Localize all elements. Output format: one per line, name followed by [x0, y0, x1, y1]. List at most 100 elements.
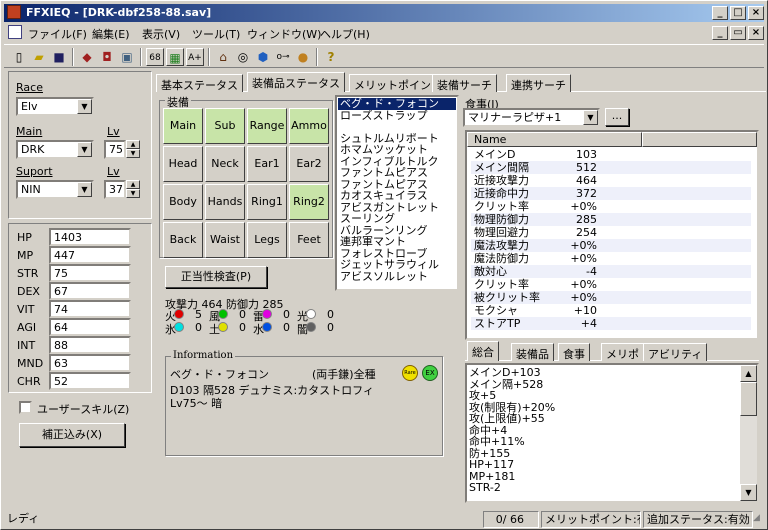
- chevron-down-icon[interactable]: ▼: [77, 142, 92, 157]
- resize-grip-icon[interactable]: ◢: [753, 513, 765, 527]
- food-select[interactable]: マリナーラピザ+1 ▼: [463, 108, 600, 127]
- equip-slot-ammo[interactable]: Ammo: [289, 108, 329, 144]
- maximize-button[interactable]: □: [730, 6, 746, 20]
- food-browse-button[interactable]: ...: [605, 108, 629, 126]
- equip-slot-hands[interactable]: Hands: [205, 184, 245, 220]
- main-lv-stepper[interactable]: ▲ ▼: [126, 140, 140, 159]
- stat-row[interactable]: ストアTP +4: [471, 317, 751, 330]
- stat-row[interactable]: 敵対心 -4: [471, 265, 751, 278]
- apply-correction-button[interactable]: 補正込み(X): [19, 423, 125, 447]
- equipped-item[interactable]: 連邦軍マント: [338, 236, 456, 248]
- window-icon[interactable]: ▣: [118, 48, 136, 66]
- minimize-button[interactable]: _: [712, 6, 728, 20]
- mdi-minimize-button[interactable]: _: [712, 26, 728, 40]
- chevron-down-icon[interactable]: ▼: [77, 182, 92, 197]
- equipped-item[interactable]: ファントムピアス: [338, 179, 456, 191]
- equipped-item[interactable]: ファントムピアス: [338, 167, 456, 179]
- cards-icon[interactable]: ◆: [78, 48, 96, 66]
- stat-row[interactable]: 魔法攻撃力 +0%: [471, 239, 751, 252]
- main-lv-input[interactable]: 75: [104, 140, 126, 159]
- summary-list[interactable]: メインD+103 メイン隔+528 攻+5 攻(制限有)+20% 攻(上限値)+55 命中…: [465, 363, 759, 503]
- menu-help[interactable]: ヘルプ(H): [320, 26, 370, 42]
- stat-row[interactable]: 被クリット率 +0%: [471, 291, 751, 304]
- validity-check-button[interactable]: 正当性検査(P): [165, 266, 267, 288]
- stat-row[interactable]: 近接攻撃力 464: [471, 174, 751, 187]
- stat-row[interactable]: メイン間隔 512: [471, 161, 751, 174]
- equipped-item[interactable]: フォレストローブ: [338, 248, 456, 260]
- new-file-icon[interactable]: ▯: [10, 48, 28, 66]
- user-skill-checkbox[interactable]: [19, 401, 32, 414]
- support-lv-stepper[interactable]: ▲ ▼: [126, 180, 140, 199]
- stat-list-header[interactable]: Name: [467, 132, 642, 147]
- equipped-item[interactable]: シュトルムリポート: [338, 133, 456, 145]
- menu-tools[interactable]: ツール(T): [192, 26, 240, 42]
- equip-slot-sub[interactable]: Sub: [205, 108, 245, 144]
- menu-edit[interactable]: 編集(E): [92, 26, 130, 42]
- support-job-select[interactable]: NIN ▼: [16, 180, 94, 199]
- equip-slot-body[interactable]: Body: [163, 184, 203, 220]
- subtab-4[interactable]: アビリティ: [643, 343, 708, 361]
- equip-slot-ear1[interactable]: Ear1: [247, 146, 287, 182]
- equipped-item[interactable]: アビスガントレット: [338, 202, 456, 214]
- chevron-down-icon[interactable]: ▼: [77, 99, 92, 114]
- menu-file[interactable]: ファイル(F): [28, 26, 87, 42]
- scroll-thumb[interactable]: [740, 382, 757, 416]
- equip-slot-main[interactable]: Main: [163, 108, 203, 144]
- stat-row[interactable]: 物理防御力 285: [471, 213, 751, 226]
- tab-equipment-search[interactable]: 装備サーチ: [432, 74, 497, 92]
- house-icon[interactable]: ⌂: [214, 48, 232, 66]
- race-select[interactable]: Elv ▼: [16, 97, 94, 116]
- num-68-icon[interactable]: 68: [146, 48, 164, 66]
- equipped-item[interactable]: インフィブルトルク: [338, 156, 456, 168]
- mdi-close-button[interactable]: ×: [748, 26, 764, 40]
- stat-row[interactable]: モクシャ +10: [471, 304, 751, 317]
- equipped-item[interactable]: ジェットサラウィル: [338, 259, 456, 271]
- equip-slot-waist[interactable]: Waist: [205, 222, 245, 258]
- equipped-item[interactable]: バルラーンリング: [338, 225, 456, 237]
- stat-row[interactable]: 物理回避力 254: [471, 226, 751, 239]
- equipped-item[interactable]: [338, 121, 456, 133]
- stat-row[interactable]: クリット率 +0%: [471, 200, 751, 213]
- equip-slot-feet[interactable]: Feet: [289, 222, 329, 258]
- equip-slot-head[interactable]: Head: [163, 146, 203, 182]
- equipped-items-list[interactable]: ベグ・ド・フォコン ローズストラップ シュトルムリポート ホマムツッケット インフィブル…: [335, 95, 459, 291]
- edit-icon[interactable]: ◘: [98, 48, 116, 66]
- subtab-3[interactable]: メリポ: [601, 343, 644, 361]
- menu-window[interactable]: ウィンドウ(W): [247, 26, 321, 42]
- stat-row[interactable]: 近接命中力 372: [471, 187, 751, 200]
- equip-slot-legs[interactable]: Legs: [247, 222, 287, 258]
- compass-icon[interactable]: ◎: [234, 48, 252, 66]
- stat-list[interactable]: Name メインD 103 メイン間隔 512 近接攻撃力 464 近接命中力 372 クリット…: [465, 130, 759, 340]
- equipped-item[interactable]: スーリング: [338, 213, 456, 225]
- menu-view[interactable]: 表示(V): [142, 26, 180, 42]
- document-icon[interactable]: [8, 25, 22, 39]
- equipped-item[interactable]: ローズストラップ: [338, 110, 456, 122]
- scroll-up-icon[interactable]: ▲: [740, 365, 757, 382]
- tab-equipment-status[interactable]: 装備品ステータス: [247, 72, 345, 92]
- save-icon[interactable]: ■: [50, 48, 68, 66]
- subtab-1[interactable]: 装備品: [511, 343, 554, 361]
- tab-skillchain-search[interactable]: 連携サーチ: [506, 74, 571, 92]
- mdi-restore-button[interactable]: ▭: [730, 26, 746, 40]
- subtab-0[interactable]: 総合: [467, 341, 499, 361]
- stat-row[interactable]: クリット率 +0%: [471, 278, 751, 291]
- main-job-select[interactable]: DRK ▼: [16, 140, 94, 159]
- stat-row[interactable]: メインD 103: [471, 148, 751, 161]
- support-lv-input[interactable]: 37: [104, 180, 126, 199]
- equipped-item[interactable]: ベグ・ド・フォコン: [338, 98, 456, 110]
- equip-slot-neck[interactable]: Neck: [205, 146, 245, 182]
- equip-slot-ring2[interactable]: Ring2: [289, 184, 329, 220]
- globe-icon[interactable]: ⬢: [254, 48, 272, 66]
- grid-icon[interactable]: ▦: [166, 48, 184, 66]
- equipped-item[interactable]: カオスキュイラス: [338, 190, 456, 202]
- equipped-item[interactable]: ホマムツッケット: [338, 144, 456, 156]
- tab-basic-status[interactable]: 基本ステータス: [156, 74, 243, 92]
- equip-slot-back[interactable]: Back: [163, 222, 203, 258]
- subtab-2[interactable]: 食事: [558, 343, 590, 361]
- equip-slot-ring1[interactable]: Ring1: [247, 184, 287, 220]
- chevron-down-icon[interactable]: ▼: [583, 110, 598, 125]
- open-folder-icon[interactable]: ▰: [30, 48, 48, 66]
- equip-slot-ear2[interactable]: Ear2: [289, 146, 329, 182]
- help-icon[interactable]: ?: [322, 48, 340, 66]
- scroll-down-icon[interactable]: ▼: [740, 484, 757, 501]
